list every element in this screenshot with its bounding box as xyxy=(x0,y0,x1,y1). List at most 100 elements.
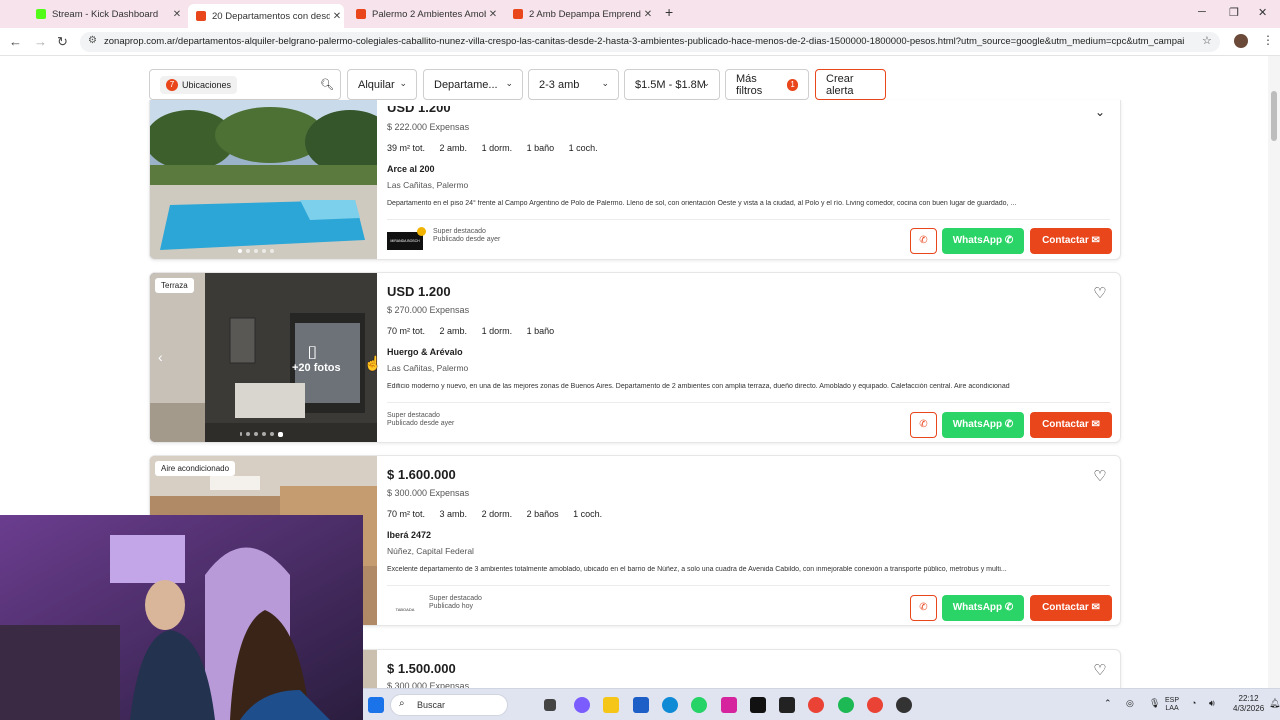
listing-address[interactable]: Iberá 2472 xyxy=(387,530,431,540)
search-icon[interactable]: 🔍︎ xyxy=(320,78,334,91)
file-explorer-icon[interactable] xyxy=(603,697,619,713)
reload-icon[interactable]: ↻ xyxy=(57,34,68,50)
obs-icon[interactable] xyxy=(896,697,912,713)
tab-depampa[interactable]: 2 Amb Depampa Emprendimie ✕ xyxy=(505,3,655,25)
store-icon[interactable] xyxy=(633,697,649,713)
feature-area: 70 m² tot. xyxy=(387,326,426,336)
whatsapp-button[interactable]: WhatsApp ✆ xyxy=(942,228,1024,254)
listing-card[interactable]: Terraza ‹ ⌷ +20 fotos USD 1.200 $ 270.00… xyxy=(149,272,1121,443)
microphone-icon[interactable]: 🎙︎ xyxy=(1149,698,1160,709)
network-icon[interactable]: ◎ xyxy=(1126,698,1134,709)
task-view-icon[interactable] xyxy=(544,699,556,711)
listing-address[interactable]: Arce al 200 xyxy=(387,164,435,174)
favorite-heart-icon[interactable]: ♡ xyxy=(1092,663,1108,679)
edge-icon[interactable] xyxy=(662,697,678,713)
ubicaciones-search-input[interactable]: 7 Ubicaciones 🔍︎ xyxy=(149,69,341,100)
address-bar-row: ← → ↻ ⚙ zonaprop.com.ar/departamentos-al… xyxy=(0,28,1280,56)
ambientes-dropdown[interactable]: 2-3 amb ⌄ xyxy=(528,69,619,100)
collapse-chevron-icon[interactable]: ⌄ xyxy=(1092,104,1108,120)
contactar-label: Contactar xyxy=(1042,602,1089,613)
volume-icon[interactable]: 🔊︎ xyxy=(1209,698,1215,709)
tray-chevron-up-icon[interactable]: ⌃ xyxy=(1104,698,1112,709)
clock[interactable]: 22:12 4/3/2026 xyxy=(1233,694,1264,714)
back-icon[interactable]: ← xyxy=(9,34,22,49)
divider xyxy=(387,585,1110,586)
listing-card[interactable]: USD 1.200 $ 222.000 Expensas 39 m² tot. … xyxy=(149,100,1121,260)
carousel-dots xyxy=(238,249,274,253)
mas-filtros-button[interactable]: Más filtros 1 xyxy=(725,69,809,100)
feature-ambientes: 2 amb. xyxy=(439,143,468,153)
taskbar-search-input[interactable]: ⌕ Buscar xyxy=(390,694,508,716)
tab-palermo[interactable]: Palermo 2 Ambientes Amoblad ✕ xyxy=(348,3,500,25)
listing-address[interactable]: Huergo & Arévalo xyxy=(387,347,463,357)
contactar-button[interactable]: Contactar ✉ xyxy=(1030,595,1112,621)
copilot-icon[interactable] xyxy=(574,697,590,713)
chevron-down-icon: ⌄ xyxy=(399,78,407,88)
tipo-dropdown[interactable]: Departame... ⌄ xyxy=(423,69,523,100)
contactar-button[interactable]: Contactar ✉ xyxy=(1030,412,1112,438)
feature-banos: 1 baño xyxy=(526,143,555,153)
feature-ambientes: 3 amb. xyxy=(439,509,468,519)
wifi-icon[interactable]: ◔ xyxy=(1191,698,1196,708)
kick-favicon-icon xyxy=(36,9,46,19)
tiktok-icon[interactable] xyxy=(750,697,766,713)
phone-button[interactable]: ✆ xyxy=(910,595,937,621)
notification-bell-icon[interactable]: 🔔︎ xyxy=(1269,698,1280,709)
restore-icon[interactable]: ❐ xyxy=(1229,6,1239,19)
listing-photo[interactable]: Terraza ‹ ⌷ +20 fotos xyxy=(150,273,377,442)
contactar-button[interactable]: Contactar ✉ xyxy=(1030,228,1112,254)
listing-description: Edificio moderno y nuevo, en una de las … xyxy=(387,383,1010,390)
phone-button[interactable]: ✆ xyxy=(910,412,937,438)
precio-dropdown[interactable]: $1.5M - $1.8M ⌄ xyxy=(624,69,720,100)
published-text: Publicado hoy xyxy=(429,603,473,610)
phone-icon: ✆ xyxy=(919,419,928,430)
capcut-icon[interactable] xyxy=(779,697,795,713)
instagram-icon[interactable] xyxy=(721,697,737,713)
minimize-icon[interactable]: ─ xyxy=(1198,6,1206,18)
windows-start-icon[interactable] xyxy=(368,697,384,713)
page-scrollbar[interactable] xyxy=(1268,56,1280,688)
photo-count[interactable]: +20 fotos xyxy=(292,362,341,374)
chevron-down-icon: ⌄ xyxy=(702,78,710,88)
divider xyxy=(387,402,1110,403)
favorite-heart-icon[interactable]: ♡ xyxy=(1092,469,1108,485)
close-tab-icon[interactable]: ✕ xyxy=(170,9,184,20)
operacion-dropdown[interactable]: Alquilar ⌄ xyxy=(347,69,417,100)
feature-dormitorios: 1 dorm. xyxy=(481,326,513,336)
publisher-logo[interactable]: TABOADA xyxy=(387,597,423,615)
menu-kebab-icon[interactable]: ⋮ xyxy=(1262,33,1274,47)
listing-photo[interactable] xyxy=(150,100,377,259)
spotify-icon[interactable] xyxy=(838,697,854,713)
feature-ambientes: 2 amb. xyxy=(439,326,468,336)
url-field[interactable]: ⚙ zonaprop.com.ar/departamentos-alquiler… xyxy=(80,32,1220,52)
tab-kick-dashboard[interactable]: Stream - Kick Dashboard ✕ xyxy=(28,3,184,25)
profile-avatar[interactable] xyxy=(1234,34,1248,48)
ubicaciones-chip[interactable]: 7 Ubicaciones xyxy=(160,75,238,94)
new-tab-button[interactable]: + xyxy=(665,4,673,20)
chrome-icon[interactable] xyxy=(808,697,824,713)
language-indicator[interactable]: ESP LAA xyxy=(1165,697,1179,713)
favorite-heart-icon[interactable]: ♡ xyxy=(1092,286,1108,302)
publication-info: Super destacado Publicado desde ayer xyxy=(387,412,454,428)
tab-departamentos[interactable]: 20 Departamentos con desde 2 ✕ xyxy=(188,4,344,28)
phone-button[interactable]: ✆ xyxy=(910,228,937,254)
chrome-active-icon[interactable] xyxy=(867,697,883,713)
close-window-icon[interactable]: ✕ xyxy=(1258,6,1267,19)
close-tab-icon[interactable]: ✕ xyxy=(330,11,344,22)
feature-area: 70 m² tot. xyxy=(387,509,426,519)
crear-alerta-button[interactable]: Crear alerta xyxy=(815,69,886,100)
interior-photo xyxy=(150,273,377,442)
bookmark-star-icon[interactable]: ☆ xyxy=(1202,34,1212,47)
whatsapp-button[interactable]: WhatsApp ✆ xyxy=(942,412,1024,438)
close-tab-icon[interactable]: ✕ xyxy=(486,9,500,20)
scrollbar-thumb[interactable] xyxy=(1271,91,1277,141)
forward-icon[interactable]: → xyxy=(34,34,47,49)
camera-icon: ⌷ xyxy=(307,343,318,363)
super-destacado-star-icon xyxy=(417,227,426,236)
whatsapp-button[interactable]: WhatsApp ✆ xyxy=(942,595,1024,621)
carousel-prev-icon[interactable]: ‹ xyxy=(158,349,163,365)
feature-tag: Aire acondicionado xyxy=(155,461,236,476)
whatsapp-app-icon[interactable] xyxy=(691,697,707,713)
site-info-icon[interactable]: ⚙ xyxy=(88,35,97,46)
close-tab-icon[interactable]: ✕ xyxy=(641,9,655,20)
